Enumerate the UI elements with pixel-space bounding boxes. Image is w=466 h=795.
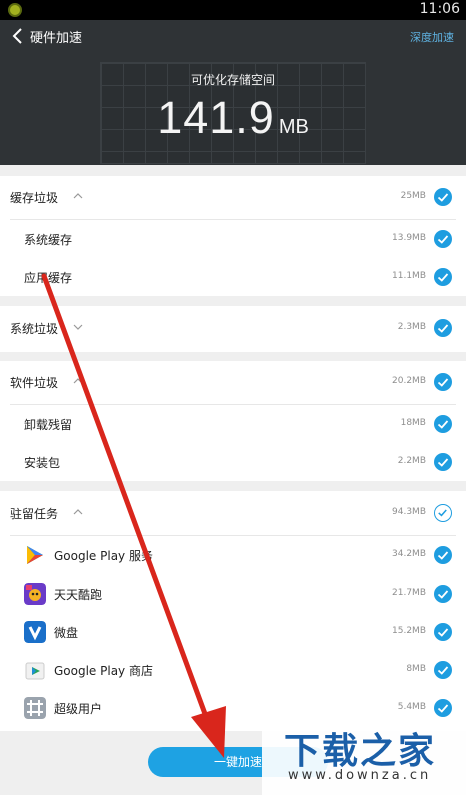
item-size: 18MB xyxy=(400,418,426,428)
chevron-up-icon[interactable] xyxy=(73,193,83,199)
item-size: 13.9MB xyxy=(392,233,426,243)
item-label: 应用缓存 xyxy=(24,271,73,285)
google-play-services-icon xyxy=(27,546,43,564)
status-bar: 11:06 xyxy=(0,0,466,20)
section-label: 系统垃圾 xyxy=(10,322,59,336)
section-label: 驻留任务 xyxy=(10,507,59,521)
item-size: 2.2MB xyxy=(397,456,426,466)
item-label: 超级用户 xyxy=(54,702,103,716)
superuser-icon xyxy=(24,697,46,719)
item-label: Google Play 商店 xyxy=(54,664,153,678)
chevron-down-icon[interactable] xyxy=(73,324,83,330)
item-label: 微盘 xyxy=(54,626,79,640)
system-header-row[interactable]: 系统垃圾 2.3MB xyxy=(0,309,466,347)
resident-header-row[interactable]: 驻留任务 94.3MB xyxy=(0,494,466,532)
page-title: 硬件加速 xyxy=(30,31,83,46)
section-size: 20.2MB xyxy=(392,376,426,386)
item-label: 卸载残留 xyxy=(24,418,73,432)
header: 硬件加速 深度加速 可优化存储空间 141.9 MB xyxy=(0,20,466,165)
check-icon[interactable] xyxy=(434,546,452,564)
item-size: 34.2MB xyxy=(392,549,426,559)
item-label: 天天酷跑 xyxy=(54,588,103,602)
check-icon[interactable] xyxy=(434,230,452,248)
list-item[interactable]: 安装包 2.2MB xyxy=(0,443,466,481)
list-item[interactable]: 系统缓存 13.9MB xyxy=(0,220,466,258)
list-item[interactable]: Google Play 商店 8MB xyxy=(0,651,466,689)
tiantian-kupao-icon xyxy=(24,583,46,605)
check-icon[interactable] xyxy=(434,661,452,679)
watermark-url: www.downza.cn xyxy=(288,768,432,783)
list-item[interactable]: 天天酷跑 21.7MB xyxy=(0,575,466,613)
space-unit: MB xyxy=(278,116,309,138)
item-label: 安装包 xyxy=(24,456,61,470)
check-icon[interactable] xyxy=(434,373,452,391)
section-label: 缓存垃圾 xyxy=(10,191,59,205)
item-label: Google Play 服务 xyxy=(54,549,153,563)
list-item[interactable]: 卸载残留 18MB xyxy=(0,405,466,443)
item-label: 系统缓存 xyxy=(24,233,73,247)
list-item[interactable]: Google Play 服务 34.2MB xyxy=(0,536,466,574)
section-label: 软件垃圾 xyxy=(10,376,59,390)
item-size: 8MB xyxy=(406,664,426,674)
check-icon[interactable] xyxy=(434,623,452,641)
space-number: 141.9 xyxy=(157,92,275,143)
chevron-up-icon[interactable] xyxy=(73,509,83,515)
item-size: 5.4MB xyxy=(397,702,426,712)
check-icon[interactable] xyxy=(434,188,452,206)
google-play-store-icon xyxy=(25,662,45,680)
item-size: 21.7MB xyxy=(392,588,426,598)
space-label: 可优化存储空间 xyxy=(190,73,275,87)
space-value: 141.9 MB xyxy=(0,92,466,144)
check-icon[interactable] xyxy=(434,415,452,433)
watermark-brand: 下载之家 xyxy=(284,731,437,772)
weipan-icon xyxy=(24,621,46,643)
list-item[interactable]: 微盘 15.2MB xyxy=(0,613,466,651)
item-size: 11.1MB xyxy=(392,271,426,281)
section-size: 25MB xyxy=(400,191,426,201)
list-item[interactable]: 应用缓存 11.1MB xyxy=(0,258,466,296)
partial-check-icon[interactable] xyxy=(434,504,452,522)
notification-app-icon xyxy=(8,3,22,17)
resident-section: 驻留任务 94.3MB Google Play 服务 34.2MB 天天酷跑 2… xyxy=(0,491,466,731)
system-section: 系统垃圾 2.3MB xyxy=(0,306,466,352)
check-icon[interactable] xyxy=(434,268,452,286)
title-bar: 硬件加速 深度加速 xyxy=(0,20,466,52)
back-arrow-icon[interactable] xyxy=(8,25,28,47)
check-icon[interactable] xyxy=(434,319,452,337)
cache-header-row[interactable]: 缓存垃圾 25MB xyxy=(0,178,466,216)
software-section: 软件垃圾 20.2MB 卸载残留 18MB 安装包 2.2MB xyxy=(0,361,466,481)
item-size: 15.2MB xyxy=(392,626,426,636)
deep-accel-link[interactable]: 深度加速 xyxy=(410,29,454,45)
cache-section: 缓存垃圾 25MB 系统缓存 13.9MB 应用缓存 11.1MB xyxy=(0,176,466,296)
software-header-row[interactable]: 软件垃圾 20.2MB xyxy=(0,363,466,401)
check-icon[interactable] xyxy=(434,699,452,717)
section-size: 94.3MB xyxy=(392,507,426,517)
check-icon[interactable] xyxy=(434,453,452,471)
check-icon[interactable] xyxy=(434,585,452,603)
clock: 11:06 xyxy=(419,1,460,17)
chevron-up-icon[interactable] xyxy=(73,378,83,384)
section-size: 2.3MB xyxy=(397,322,426,332)
